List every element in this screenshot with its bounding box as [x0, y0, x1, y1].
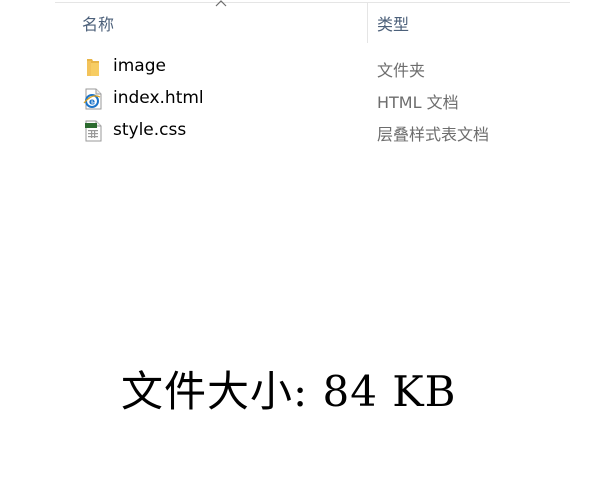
- column-header-type[interactable]: 类型: [377, 11, 409, 35]
- file-size-caption: 文件大小: 84 KB: [121, 367, 457, 416]
- file-type: HTML 文档: [377, 93, 459, 112]
- folder-icon: [87, 59, 99, 76]
- file-type: 文件夹: [377, 61, 426, 80]
- file-explorer: 名称 类型 image 文件夹 e index.html HTML 文档 sty…: [55, 0, 570, 160]
- chevron-up-icon: [215, 0, 227, 7]
- file-name: image: [113, 56, 166, 76]
- css-document-icon: [85, 120, 102, 142]
- svg-text:e: e: [89, 98, 95, 108]
- column-separator[interactable]: [367, 3, 368, 43]
- html-document-icon: e: [83, 88, 102, 110]
- file-name: index.html: [113, 88, 204, 108]
- column-header-name[interactable]: 名称: [82, 11, 114, 35]
- file-name: style.css: [113, 120, 187, 140]
- file-row-style-css[interactable]: style.css 层叠样式表文档: [55, 116, 570, 146]
- screen: 名称 类型 image 文件夹 e index.html HTML 文档 sty…: [0, 0, 600, 500]
- column-header: 名称 类型: [55, 0, 570, 44]
- file-row-index-html[interactable]: e index.html HTML 文档: [55, 84, 570, 114]
- file-type: 层叠样式表文档: [377, 125, 490, 144]
- file-row-image[interactable]: image 文件夹: [55, 52, 570, 82]
